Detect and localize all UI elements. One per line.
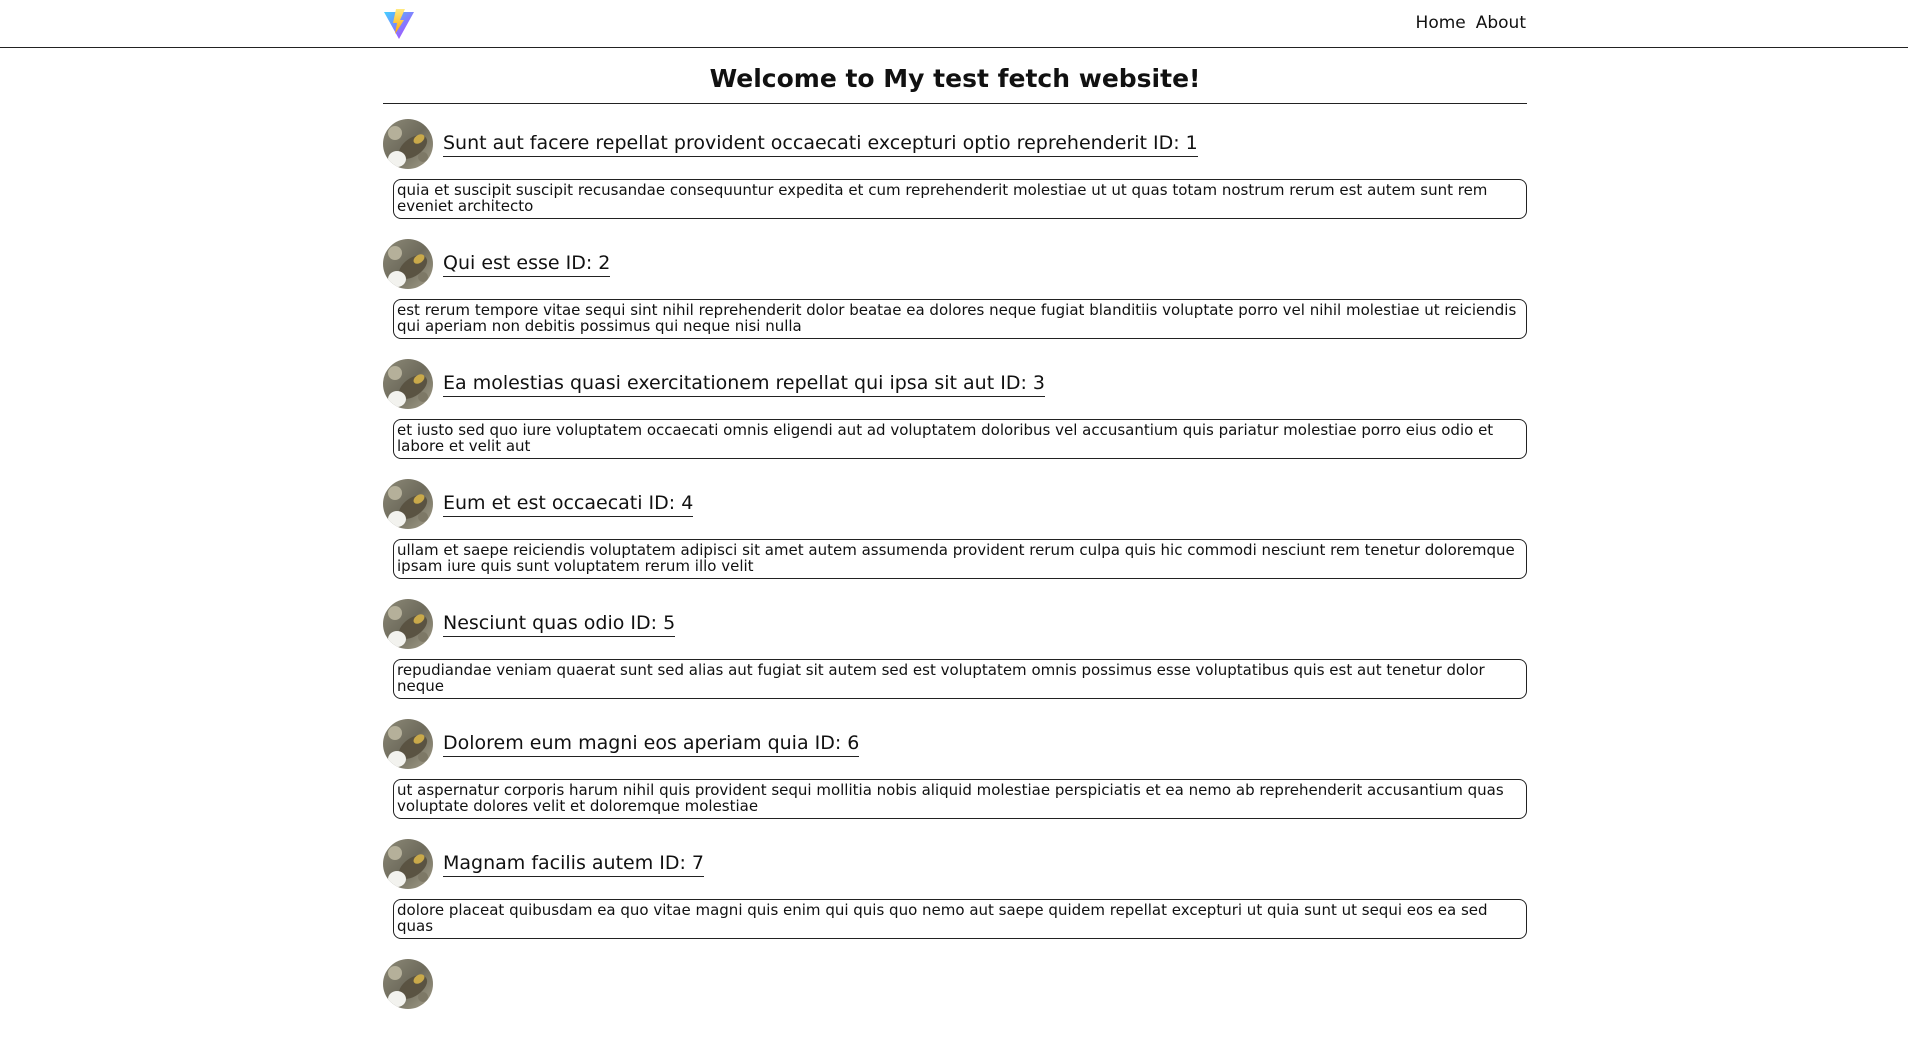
post-body: ut aspernatur corporis harum nihil quis … [393,779,1527,819]
post-header: Dolorem eum magni eos aperiam quia ID: 6 [383,719,860,769]
post-card: Nesciunt quas odio ID: 5 repudiandae veni… [383,584,1527,704]
post-header: Qui est esse ID: 2 [383,239,611,289]
post-body: est rerum tempore vitae sequi sint nihil… [393,299,1527,339]
post-title-link[interactable]: Magnam facilis autem ID: 7 [443,852,705,877]
post-list: Sunt aut facere repellat provident occae… [383,104,1527,1064]
page-title: Welcome to My test fetch website! [383,48,1527,104]
post-card [383,944,1527,1064]
post-card: Sunt aut facere repellat provident occae… [383,104,1527,224]
post-card: Ea molestias quasi exercitationem repell… [383,344,1527,464]
post-header: Nesciunt quas odio ID: 5 [383,599,676,649]
post-avatar [383,359,433,409]
post-body: quia et suscipit suscipit recusandae con… [393,179,1527,219]
post-title-link[interactable]: Dolorem eum magni eos aperiam quia ID: 6 [443,732,860,757]
post-avatar [383,719,433,769]
post-header: Magnam facilis autem ID: 7 [383,839,705,889]
post-body: dolore placeat quibusdam ea quo vitae ma… [393,899,1527,939]
post-card: Magnam facilis autem ID: 7 dolore placeat… [383,824,1527,944]
nav-about-link[interactable]: About [1476,13,1526,33]
post-card: Dolorem eum magni eos aperiam quia ID: 6… [383,704,1527,824]
main-content: Welcome to My test fetch website! Sunt a… [383,48,1527,1064]
post-title-link[interactable]: Nesciunt quas odio ID: 5 [443,612,676,637]
post-body: repudiandae veniam quaerat sunt sed alia… [393,659,1527,699]
post-avatar [383,239,433,289]
post-title-link[interactable]: Eum et est occaecati ID: 4 [443,492,694,517]
post-title-link[interactable]: Sunt aut facere repellat provident occae… [443,132,1198,157]
nav-home-link[interactable]: Home [1416,13,1466,33]
post-title-link[interactable]: Qui est esse ID: 2 [443,252,611,277]
post-body: et iusto sed quo iure voluptatem occaeca… [393,419,1527,459]
post-avatar [383,599,433,649]
post-header [383,959,433,1009]
post-header: Eum et est occaecati ID: 4 [383,479,694,529]
post-header: Sunt aut facere repellat provident occae… [383,119,1198,169]
nav-links: Home About [1416,13,1526,33]
post-avatar [383,959,433,1009]
vite-logo-icon[interactable] [383,8,415,40]
post-avatar [383,479,433,529]
post-avatar [383,119,433,169]
post-avatar [383,839,433,889]
post-header: Ea molestias quasi exercitationem repell… [383,359,1045,409]
post-card: Qui est esse ID: 2 est rerum tempore vita… [383,224,1527,344]
post-card: Eum et est occaecati ID: 4 ullam et saepe… [383,464,1527,584]
post-body: ullam et saepe reiciendis voluptatem adi… [393,539,1527,579]
top-navbar: Home About [0,0,1908,48]
post-title-link[interactable]: Ea molestias quasi exercitationem repell… [443,372,1045,397]
